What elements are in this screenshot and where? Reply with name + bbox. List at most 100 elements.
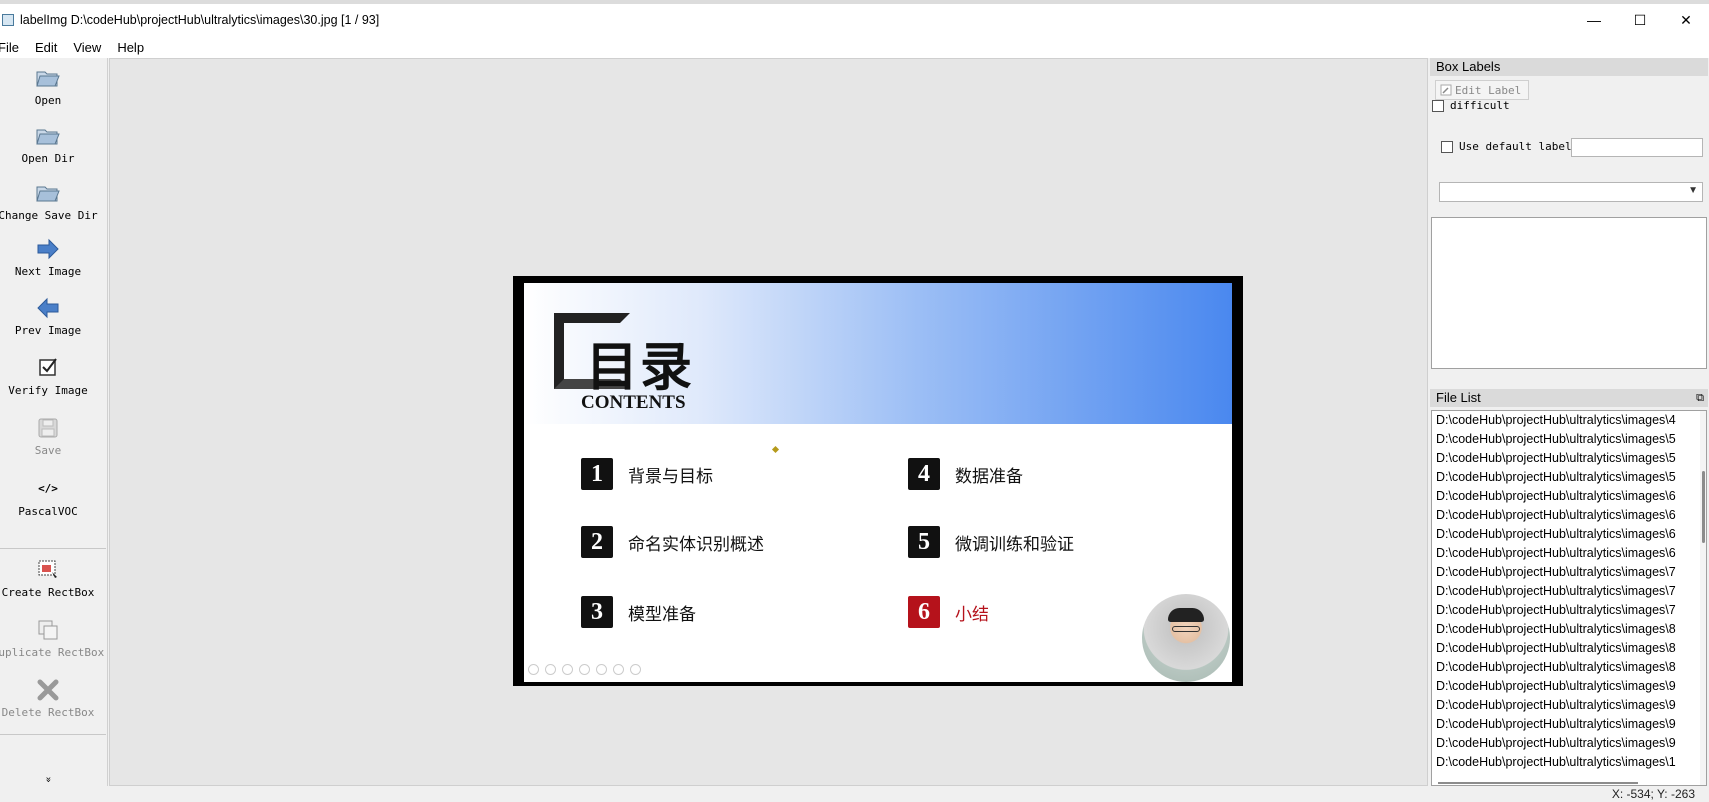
agenda-item: 4 数据准备	[908, 458, 1023, 490]
agenda-text: 数据准备	[955, 466, 1023, 487]
undock-icon[interactable]: ⧉	[1696, 389, 1704, 407]
prev-image-button[interactable]: Prev Image	[0, 294, 96, 337]
label-combobox[interactable]: ▼	[1439, 182, 1703, 202]
delete-rectbox-button[interactable]: Delete RectBox	[0, 676, 96, 719]
default-label-input[interactable]	[1571, 138, 1703, 157]
change-save-dir-button[interactable]: Change Save Dir	[0, 179, 98, 222]
file-list-item[interactable]: D:\codeHub\projectHub\ultralytics\images…	[1432, 487, 1706, 506]
window-title: labelImg D:\codeHub\projectHub\ultralyti…	[20, 13, 380, 27]
checkbox-icon	[34, 354, 62, 382]
duplicate-icon	[34, 616, 62, 644]
left-toolbar: Open Open Dir Change Save Dir Next Image…	[0, 58, 108, 786]
agenda-number: 2	[581, 526, 613, 558]
agenda-number: 6	[908, 596, 940, 628]
arrow-left-icon	[34, 294, 62, 322]
edit-label-text: Edit Label	[1455, 83, 1522, 97]
agenda-item: 6 小结	[908, 596, 989, 628]
slide-control-icon	[528, 664, 539, 675]
file-list-item[interactable]: D:\codeHub\projectHub\ultralytics\images…	[1432, 411, 1706, 430]
use-default-label-row[interactable]: Use default label	[1441, 140, 1572, 153]
agenda-text: 模型准备	[628, 604, 696, 625]
file-list-vertical-scrollbar[interactable]	[1700, 411, 1706, 785]
duplicate-rectbox-button[interactable]: Duplicate RectBox	[0, 616, 104, 659]
presenter-avatar	[1142, 594, 1230, 682]
file-list-title-text: File List	[1436, 390, 1481, 405]
save-label: Save	[34, 444, 62, 457]
file-list-item[interactable]: D:\codeHub\projectHub\ultralytics\images…	[1432, 582, 1706, 601]
slide-controls	[528, 664, 641, 675]
file-list-item[interactable]: D:\codeHub\projectHub\ultralytics\images…	[1432, 563, 1706, 582]
right-panel: Box Labels Edit Label difficult Use defa…	[1429, 58, 1709, 786]
toolbar-extension-button[interactable]: »	[0, 772, 96, 785]
cursor-coordinates: X: -534; Y: -263	[1611, 787, 1695, 801]
agenda-item: 3 模型准备	[581, 596, 696, 628]
scrollbar-thumb[interactable]	[1438, 782, 1638, 784]
next-image-button[interactable]: Next Image	[0, 235, 96, 278]
file-list-item[interactable]: D:\codeHub\projectHub\ultralytics\images…	[1432, 449, 1706, 468]
toolbar-divider	[0, 548, 106, 549]
file-list-item[interactable]: D:\codeHub\projectHub\ultralytics\images…	[1432, 753, 1706, 772]
scrollbar-thumb[interactable]	[1702, 471, 1705, 543]
file-list-item[interactable]: D:\codeHub\projectHub\ultralytics\images…	[1432, 715, 1706, 734]
edit-label-button[interactable]: Edit Label	[1435, 80, 1529, 100]
save-icon	[34, 414, 62, 442]
slide-control-icon	[613, 664, 624, 675]
open-dir-label: Open Dir	[21, 152, 75, 165]
chevron-down-icon: ▼	[1688, 185, 1698, 196]
image-canvas[interactable]: 目录 CONTENTS 1 背景与目标 2 命名实体识别概述 3 模型准备 4 …	[109, 58, 1428, 786]
slide-control-icon	[545, 664, 556, 675]
presenter-hair	[1168, 608, 1204, 622]
file-list-item[interactable]: D:\codeHub\projectHub\ultralytics\images…	[1432, 639, 1706, 658]
minimize-button[interactable]: —	[1571, 4, 1617, 36]
file-list-item[interactable]: D:\codeHub\projectHub\ultralytics\images…	[1432, 658, 1706, 677]
create-rectbox-label: Create RectBox	[1, 586, 95, 599]
open-dir-button[interactable]: Open Dir	[0, 122, 96, 165]
presenter-glasses	[1172, 626, 1200, 632]
create-rectbox-button[interactable]: Create RectBox	[0, 556, 96, 599]
format-toggle-button[interactable]: </> PascalVOC	[0, 480, 96, 518]
file-list-item[interactable]: D:\codeHub\projectHub\ultralytics\images…	[1432, 734, 1706, 753]
file-list-horizontal-scrollbar[interactable]	[1432, 779, 1706, 785]
duplicate-rectbox-label: Duplicate RectBox	[0, 646, 105, 659]
maximize-button[interactable]: ☐	[1617, 4, 1663, 36]
agenda-text: 命名实体识别概述	[628, 534, 764, 555]
delete-icon	[34, 676, 62, 704]
label-list[interactable]	[1431, 217, 1707, 369]
verify-image-button[interactable]: Verify Image	[0, 354, 96, 397]
box-labels-title: Box Labels	[1430, 58, 1708, 76]
code-icon: </>	[38, 482, 58, 495]
agenda-item: 2 命名实体识别概述	[581, 526, 764, 558]
menu-edit[interactable]: Edit	[27, 40, 65, 55]
menu-bar: File Edit View Help	[0, 36, 1709, 58]
slide-control-icon	[596, 664, 607, 675]
file-list-item[interactable]: D:\codeHub\projectHub\ultralytics\images…	[1432, 601, 1706, 620]
close-button[interactable]: ✕	[1663, 4, 1709, 36]
open-label: Open	[34, 94, 62, 107]
file-list[interactable]: D:\codeHub\projectHub\ultralytics\images…	[1431, 410, 1707, 786]
slide-content: 目录 CONTENTS 1 背景与目标 2 命名实体识别概述 3 模型准备 4 …	[524, 283, 1232, 682]
file-list-item[interactable]: D:\codeHub\projectHub\ultralytics\images…	[1432, 544, 1706, 563]
menu-view[interactable]: View	[65, 40, 109, 55]
open-button[interactable]: Open	[0, 64, 96, 107]
slide-control-icon	[562, 664, 573, 675]
use-default-label-checkbox[interactable]	[1441, 140, 1453, 153]
file-list-item[interactable]: D:\codeHub\projectHub\ultralytics\images…	[1432, 430, 1706, 449]
save-button[interactable]: Save	[0, 414, 96, 457]
file-list-item[interactable]: D:\codeHub\projectHub\ultralytics\images…	[1432, 525, 1706, 544]
file-list-item[interactable]: D:\codeHub\projectHub\ultralytics\images…	[1432, 620, 1706, 639]
file-list-item[interactable]: D:\codeHub\projectHub\ultralytics\images…	[1432, 468, 1706, 487]
agenda-text: 背景与目标	[628, 466, 713, 487]
menu-file[interactable]: File	[0, 40, 27, 55]
labelimg-app-icon	[2, 14, 14, 26]
file-list-item[interactable]: D:\codeHub\projectHub\ultralytics\images…	[1432, 677, 1706, 696]
file-list-item[interactable]: D:\codeHub\projectHub\ultralytics\images…	[1432, 506, 1706, 525]
difficult-checkbox[interactable]	[1432, 99, 1444, 112]
prev-image-label: Prev Image	[14, 324, 82, 337]
difficult-checkbox-row[interactable]: difficult	[1432, 99, 1510, 112]
toolbar-divider	[0, 734, 106, 735]
file-list-item[interactable]: D:\codeHub\projectHub\ultralytics\images…	[1432, 696, 1706, 715]
menu-help[interactable]: Help	[109, 40, 152, 55]
slide-control-icon	[579, 664, 590, 675]
format-label: PascalVOC	[18, 505, 78, 518]
title-bar: labelImg D:\codeHub\projectHub\ultralyti…	[0, 4, 1709, 36]
